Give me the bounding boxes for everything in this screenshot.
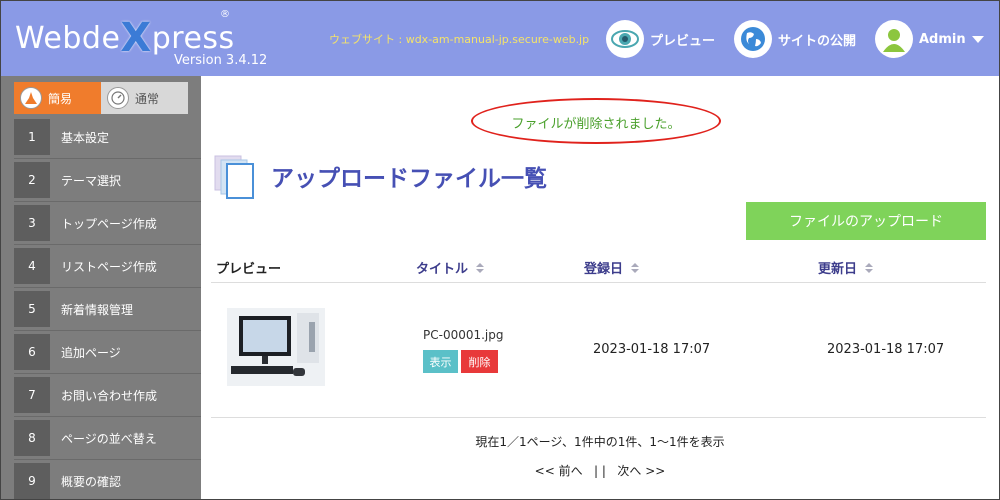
sidebar-item-news[interactable]: 5 新着情報管理 xyxy=(14,288,201,331)
menu-number: 3 xyxy=(14,205,50,241)
column-label: 更新日 xyxy=(818,262,858,277)
menu-label: ページの並べ替え xyxy=(61,431,157,446)
sidebar-item-top-page[interactable]: 3 トップページ作成 xyxy=(14,202,201,245)
gauge-icon xyxy=(107,87,129,109)
menu-number: 4 xyxy=(14,248,50,284)
column-label: 登録日 xyxy=(584,262,624,277)
pagination-separator: | | xyxy=(594,464,606,478)
column-header-title[interactable]: タイトル xyxy=(416,258,485,277)
menu-number: 7 xyxy=(14,377,50,413)
sidebar-item-additional-pages[interactable]: 6 追加ページ xyxy=(14,331,201,374)
mode-easy-label: 簡易 xyxy=(48,91,73,106)
menu-number: 6 xyxy=(14,334,50,370)
view-file-button[interactable]: 表示 xyxy=(423,350,458,373)
status-message: ファイルが削除されました。 xyxy=(511,117,681,132)
chevron-down-icon xyxy=(971,35,984,43)
mode-normal-label: 通常 xyxy=(135,91,160,106)
sidebar-item-basic-settings[interactable]: 1 基本設定 xyxy=(14,116,201,159)
file-title: PC-00001.jpg xyxy=(423,328,504,342)
sort-icon[interactable] xyxy=(476,262,485,273)
publish-label: サイトの公開 xyxy=(778,33,857,49)
created-date: 2023-01-18 17:07 xyxy=(593,342,711,357)
menu-number: 2 xyxy=(14,162,50,198)
column-header-preview: プレビュー xyxy=(216,258,281,277)
mode-switch: 簡易 通常 xyxy=(14,82,188,114)
main-content: ファイルが削除されました。 アップロードファイル一覧 ファイルのアップロード プ… xyxy=(201,76,999,499)
publish-site-button[interactable]: サイトの公開 xyxy=(734,19,856,59)
table-divider xyxy=(211,417,986,418)
pagination-prev-link[interactable]: << 前へ xyxy=(535,464,583,478)
pagination-next-link[interactable]: 次へ >> xyxy=(617,464,665,478)
admin-menu[interactable]: Admin xyxy=(875,19,984,59)
pagination-info: 現在1／1ページ、1件中の1件、1～1件を表示 xyxy=(475,435,725,449)
sidebar-menu: 1 基本設定 2 テーマ選択 3 トップページ作成 4 リストページ作成 5 新着情報管理… xyxy=(14,116,201,500)
pagination: << 前へ | | 次へ >> xyxy=(201,462,999,479)
sidebar-item-theme[interactable]: 2 テーマ選択 xyxy=(14,159,201,202)
column-header-created[interactable]: 登録日 xyxy=(584,258,640,277)
sidebar-item-contact[interactable]: 7 お問い合わせ作成 xyxy=(14,374,201,417)
logo-text-x: X xyxy=(120,15,152,61)
easy-mode-icon xyxy=(20,87,42,109)
menu-label: 新着情報管理 xyxy=(61,302,134,317)
updated-date: 2023-01-18 17:07 xyxy=(827,342,945,357)
sidebar-item-overview[interactable]: 9 概要の確認 xyxy=(14,460,201,500)
app-header: WebdeXpress ® Version 3.4.12 ウェブサイト : wd… xyxy=(1,1,999,76)
menu-label: 概要の確認 xyxy=(61,474,122,489)
logo-registered-mark: ® xyxy=(220,9,231,20)
file-thumbnail[interactable] xyxy=(227,308,325,386)
eye-icon xyxy=(606,20,644,58)
menu-number: 9 xyxy=(14,463,50,499)
website-url[interactable]: ウェブサイト : wdx-am-manual-jp.secure-web.jp xyxy=(329,31,589,47)
menu-label: 追加ページ xyxy=(61,345,121,360)
menu-label: 基本設定 xyxy=(61,130,110,145)
sort-icon[interactable] xyxy=(865,262,874,273)
page-title: アップロードファイル一覧 xyxy=(271,166,547,192)
menu-number: 8 xyxy=(14,420,50,456)
user-avatar-icon xyxy=(875,20,913,58)
mode-normal-tab[interactable]: 通常 xyxy=(101,82,188,114)
logo-text-pre: Webde xyxy=(15,21,121,56)
menu-label: テーマ選択 xyxy=(61,173,122,188)
delete-file-button[interactable]: 削除 xyxy=(461,350,498,373)
sidebar-item-reorder[interactable]: 8 ページの並べ替え xyxy=(14,417,201,460)
menu-label: リストページ作成 xyxy=(61,259,157,274)
app-version: Version 3.4.12 xyxy=(174,53,268,68)
globe-icon xyxy=(734,20,772,58)
sidebar-item-list-page[interactable]: 4 リストページ作成 xyxy=(14,245,201,288)
mode-easy-tab[interactable]: 簡易 xyxy=(14,82,101,114)
menu-label: お問い合わせ作成 xyxy=(61,388,158,403)
sort-icon[interactable] xyxy=(631,262,640,273)
column-label: プレビュー xyxy=(216,262,282,277)
column-label: タイトル xyxy=(416,262,469,277)
upload-file-button[interactable]: ファイルのアップロード xyxy=(746,202,986,240)
preview-label: プレビュー xyxy=(650,33,716,49)
preview-button[interactable]: プレビュー xyxy=(606,19,715,59)
logo-text-post: press xyxy=(151,21,235,56)
table-divider xyxy=(211,282,986,283)
admin-label: Admin xyxy=(919,31,966,47)
menu-number: 5 xyxy=(14,291,50,327)
sidebar: 簡易 通常 1 基本設定 2 テーマ選択 3 トップページ作成 4 リストページ作成 5… xyxy=(1,76,201,499)
files-icon xyxy=(213,154,261,202)
menu-label: トップページ作成 xyxy=(61,216,157,231)
column-header-updated[interactable]: 更新日 xyxy=(818,258,874,277)
menu-number: 1 xyxy=(14,119,50,155)
